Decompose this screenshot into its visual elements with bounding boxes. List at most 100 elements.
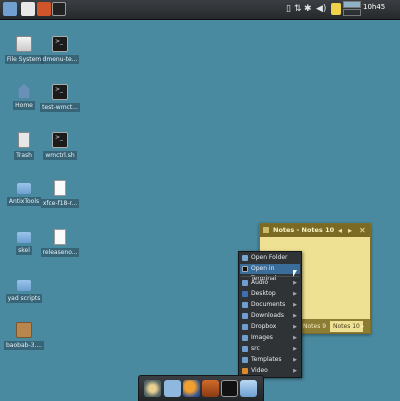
desktop-icon-baobab[interactable]: baobab-3.... — [4, 322, 45, 350]
menu-item-documents[interactable]: Documents ▶ — [240, 300, 300, 310]
trash-icon — [18, 132, 30, 148]
menu-item-downloads[interactable]: Downloads ▶ — [240, 311, 300, 321]
submenu-arrow-icon: ▶ — [293, 357, 297, 363]
document-icon — [54, 229, 66, 245]
desktop-icon-skel[interactable]: skel — [4, 229, 44, 255]
menu-item-templates[interactable]: Templates ▶ — [240, 355, 300, 365]
folder-icon — [17, 232, 31, 243]
home-icon — [17, 84, 31, 98]
terminal-icon — [52, 132, 68, 148]
desktop-icon-label: dmenu-te... — [40, 55, 80, 64]
start-menu-icon[interactable] — [3, 2, 17, 16]
package-icon — [16, 322, 32, 338]
folder-icon — [17, 280, 31, 291]
desktop-icon-label: Trash — [14, 151, 34, 160]
workspace-1[interactable] — [343, 1, 361, 8]
screenshot-icon[interactable] — [144, 380, 161, 397]
file-manager-launcher-icon[interactable] — [21, 2, 35, 16]
submenu-arrow-icon: ▶ — [293, 302, 297, 308]
documents-folder-icon — [242, 302, 248, 308]
menu-item-open-folder[interactable]: Open Folder — [240, 253, 300, 263]
terminal-icon — [242, 266, 248, 272]
notes-tray-icon[interactable] — [331, 3, 341, 15]
menu-item-desktop[interactable]: Desktop ▶ — [240, 289, 300, 299]
desktop-icon-label: yad scripts — [5, 294, 43, 303]
document-icon — [54, 180, 66, 196]
desktop-icon-label: Home — [13, 101, 35, 110]
folder-icon — [17, 183, 31, 194]
desktop-icon-label: AntixTools — [6, 197, 42, 206]
menu-item-audio[interactable]: Audio ▶ — [240, 278, 300, 288]
file-manager-icon[interactable] — [164, 380, 181, 397]
settings-icon[interactable] — [202, 380, 219, 397]
menu-item-label: Images — [251, 334, 273, 341]
video-folder-icon — [242, 368, 248, 374]
desktop-icon-home[interactable]: Home — [4, 84, 44, 110]
templates-folder-icon — [242, 357, 248, 363]
desktop-icon-label: wmctrl.sh — [43, 151, 77, 160]
desktop-icon-dmenu[interactable]: dmenu-te... — [40, 36, 80, 64]
top-panel: ▯ ⇅ ✱ ◀) 10h45 — [0, 0, 400, 20]
desktop-icon-label: test-wmct... — [40, 103, 80, 112]
desktop-icon-xfce-f18[interactable]: xfce-f18-r... — [40, 180, 80, 208]
desktop-icon-antixtools[interactable]: AntixTools — [4, 180, 44, 206]
folder-icon — [242, 346, 248, 352]
menu-item-label: Dropbox — [251, 323, 277, 330]
menu-item-label: Audio — [251, 279, 269, 286]
home-folder-icon[interactable] — [240, 380, 257, 397]
next-note-icon[interactable]: ▸ — [348, 224, 352, 237]
desktop-icon-trash[interactable]: Trash — [4, 132, 44, 160]
submenu-arrow-icon: ▶ — [293, 313, 297, 319]
desktop-icon-releasenotes[interactable]: releaseno... — [40, 229, 80, 257]
close-icon[interactable]: ✕ — [359, 224, 366, 237]
desktop-icon-label: baobab-3.... — [4, 341, 45, 350]
tab-notes-10[interactable]: Notes 10 — [330, 321, 363, 332]
desktop-folder-icon — [242, 291, 248, 297]
terminal-icon[interactable] — [221, 380, 238, 397]
submenu-arrow-icon: ▶ — [293, 368, 297, 374]
desktop-icon-test-wmctrl[interactable]: test-wmct... — [40, 84, 80, 112]
menu-item-label: Documents — [251, 301, 286, 308]
menu-item-label: Downloads — [251, 312, 284, 319]
menu-item-src[interactable]: src ▶ — [240, 344, 300, 354]
terminal-icon — [52, 36, 68, 52]
downloads-folder-icon — [242, 313, 248, 319]
workspace-2[interactable] — [343, 9, 361, 16]
terminal-launcher-icon[interactable] — [52, 2, 66, 16]
previous-note-icon[interactable]: ◂ — [338, 224, 342, 237]
submenu-arrow-icon: ▶ — [293, 324, 297, 330]
tab-notes-9[interactable]: Notes 9 — [300, 321, 329, 332]
volume-icon[interactable]: ◀) — [316, 3, 326, 15]
desktop-icon-file-system[interactable]: File System — [4, 36, 44, 64]
firefox-icon[interactable] — [183, 380, 200, 397]
desktop-icon-label: xfce-f18-r... — [40, 199, 80, 208]
folder-open-icon — [242, 255, 248, 261]
menu-item-label: Desktop — [251, 290, 276, 297]
dock — [138, 375, 264, 401]
desktop-icon-yad-scripts[interactable]: yad scripts — [4, 277, 44, 303]
drive-icon[interactable]: ▯ — [286, 3, 291, 15]
dropbox-folder-icon — [242, 324, 248, 330]
submenu-arrow-icon: ▶ — [293, 335, 297, 341]
network-icon[interactable]: ⇅ — [294, 3, 302, 15]
firefox-launcher-icon[interactable] — [37, 2, 51, 16]
tabs-scroll-icon[interactable]: ▸ — [361, 321, 364, 332]
desktop-icon-label: releaseno... — [40, 248, 80, 257]
menu-item-images[interactable]: Images ▶ — [240, 333, 300, 343]
menu-item-label: Open Folder — [251, 254, 288, 261]
submenu-arrow-icon: ▶ — [293, 346, 297, 352]
desktop-icon-label: skel — [16, 246, 32, 255]
notes-titlebar[interactable]: Notes - Notes 10 ◂ ▸ ✕ — [260, 224, 370, 237]
bluetooth-icon[interactable]: ✱ — [304, 3, 312, 15]
window-menu-icon[interactable] — [263, 227, 269, 233]
desktop-icon-wmctrl[interactable]: wmctrl.sh — [40, 132, 80, 160]
menu-item-open-in-terminal[interactable]: Open in Terminal — [240, 264, 300, 282]
menu-item-dropbox[interactable]: Dropbox ▶ — [240, 322, 300, 332]
submenu-arrow-icon: ▶ — [293, 280, 297, 286]
submenu-arrow-icon: ▶ — [293, 291, 297, 297]
mouse-pointer-icon — [293, 270, 297, 277]
menu-item-label: Templates — [251, 356, 282, 363]
clock[interactable]: 10h45 — [363, 3, 385, 11]
menu-item-label: src — [251, 345, 260, 352]
images-folder-icon — [242, 335, 248, 341]
